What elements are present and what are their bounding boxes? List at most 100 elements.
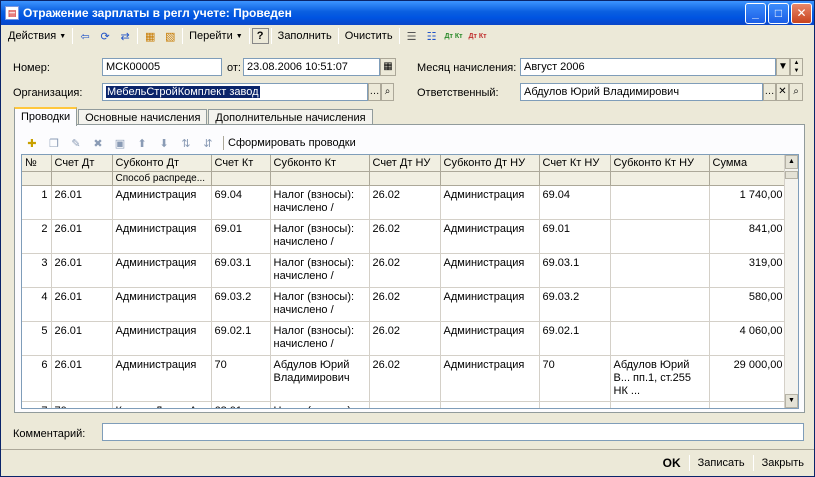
cell-account-dt[interactable]: 26.01 — [51, 219, 113, 254]
cell-account-dt-nu[interactable]: 26.02 — [369, 287, 441, 322]
cell-sum[interactable]: 841,00 — [709, 219, 787, 254]
cell-sum[interactable]: 4 060,00 — [709, 321, 787, 356]
cell-subconto-dt[interactable]: Администрация — [112, 253, 212, 288]
cell-subconto-dt[interactable]: Администрация — [112, 287, 212, 322]
refresh-icon[interactable]: ⟳ — [95, 27, 115, 46]
dt-kt-icon[interactable]: Дт Кт — [442, 27, 466, 46]
col-header-subconto-kt-nu[interactable]: Субконто Кт НУ — [610, 155, 710, 172]
col-header-account-dt-nu[interactable]: Счет Дт НУ — [369, 155, 441, 172]
title-bar[interactable]: ▤ Отражение зарплаты в регл учете: Прове… — [1, 1, 814, 25]
cell-account-dt[interactable]: 26.01 — [51, 253, 113, 288]
table-row[interactable]: 5 26.01 Администрация 69.02.1 Налог (взносы)… — [22, 321, 787, 356]
col-header-account-kt[interactable]: Счет Кт — [211, 155, 271, 172]
cell-account-kt-nu[interactable]: 69.02.1 — [539, 321, 611, 356]
col-header-number[interactable]: № — [22, 155, 52, 172]
save-button[interactable]: Записать — [692, 453, 751, 473]
calendar-icon[interactable]: ▦ — [380, 58, 396, 76]
table-row[interactable]: 2 26.01 Администрация 69.01 Налог (взносы): … — [22, 219, 787, 254]
cell-sum[interactable]: 1 740,00 — [709, 185, 787, 220]
move-up-icon[interactable]: ⬆ — [131, 134, 153, 152]
cell-subconto-dt-nu[interactable]: Администрация — [440, 287, 540, 322]
cell-subconto-dt-nu[interactable]: Администрация — [440, 355, 540, 402]
cell-account-dt-nu[interactable]: 26.02 — [369, 355, 441, 402]
generate-postings-button[interactable]: Сформировать проводки — [228, 137, 356, 149]
cell-subconto-dt-nu[interactable] — [440, 401, 540, 408]
back-arrow-icon[interactable]: ⇦ — [75, 27, 95, 46]
cell-subconto-kt-nu[interactable] — [610, 401, 710, 408]
cell-subconto-kt[interactable]: Налог (взносы): начислено / — [270, 253, 370, 288]
cell-subconto-kt[interactable]: Налог (взносы): начислено / — [270, 185, 370, 220]
vertical-scrollbar[interactable]: ▲ ▼ — [784, 155, 798, 408]
cell-sum[interactable]: 580,00 — [709, 287, 787, 322]
subheader-distribution-method[interactable]: Способ распреде... — [112, 171, 212, 186]
cell-account-dt-nu[interactable]: 26.02 — [369, 321, 441, 356]
delete-row-icon[interactable]: ✖ — [87, 134, 109, 152]
list-view-icon[interactable]: ☰ — [402, 27, 422, 46]
settings-list-icon[interactable]: ☷ — [422, 27, 442, 46]
cell-row-number[interactable]: 6 — [22, 355, 52, 402]
cell-subconto-dt-nu[interactable]: Администрация — [440, 253, 540, 288]
cell-sum[interactable]: 319,00 — [709, 253, 787, 288]
cell-subconto-kt-nu[interactable] — [610, 321, 710, 356]
cell-sum[interactable]: 29 000,00 — [709, 355, 787, 402]
cell-account-kt-nu[interactable]: 70 — [539, 355, 611, 402]
cell-account-dt-nu[interactable]: 26.02 — [369, 185, 441, 220]
scroll-down-icon[interactable]: ▼ — [785, 394, 798, 408]
actions-menu[interactable]: Действия ▼ — [4, 27, 70, 46]
cell-row-number[interactable]: 4 — [22, 287, 52, 322]
minimize-button[interactable]: _ — [745, 2, 766, 24]
cell-account-kt-nu[interactable] — [539, 401, 611, 408]
cell-subconto-kt[interactable]: Налог (взносы): начислено / — [270, 219, 370, 254]
table-row[interactable]: 3 26.01 Администрация 69.03.1 Налог (взносы)… — [22, 253, 787, 288]
close-window-button[interactable]: ✕ — [791, 2, 812, 24]
chevron-down-icon[interactable]: ▼ — [776, 58, 790, 76]
org-field[interactable]: МебельСтройКомплект завод — [102, 83, 368, 101]
cell-subconto-dt[interactable]: Администрация — [112, 321, 212, 356]
dt-kt-nu-icon[interactable]: Дт Кт — [466, 27, 490, 46]
cell-subconto-dt-nu[interactable]: Администрация — [440, 321, 540, 356]
col-header-account-kt-nu[interactable]: Счет Кт НУ — [539, 155, 611, 172]
col-header-sum[interactable]: Сумма — [709, 155, 787, 172]
cell-account-kt[interactable]: 69.02.1 — [211, 321, 271, 356]
spin-icon[interactable]: ▲ ▼ — [790, 58, 803, 76]
cell-subconto-kt[interactable]: Абдулов Юрий Владимирович — [270, 355, 370, 402]
cell-row-number[interactable]: 5 — [22, 321, 52, 356]
cell-sum[interactable] — [709, 401, 787, 408]
move-down-icon[interactable]: ⬇ — [153, 134, 175, 152]
sort-asc-icon[interactable]: ⇅ — [175, 134, 197, 152]
scroll-thumb[interactable] — [785, 171, 798, 179]
cell-account-dt-nu[interactable] — [369, 401, 441, 408]
cell-account-dt[interactable]: 26.01 — [51, 321, 113, 356]
cell-account-dt-nu[interactable]: 26.02 — [369, 253, 441, 288]
col-header-account-dt[interactable]: Счет Дт — [51, 155, 113, 172]
cell-subconto-kt[interactable]: Налог (взносы): начислено / — [270, 287, 370, 322]
cell-account-dt[interactable]: 70 — [51, 401, 113, 408]
clear-button[interactable]: Очистить — [341, 27, 397, 46]
select-ellipsis-icon[interactable]: … — [368, 83, 381, 101]
edit-row-icon[interactable]: ✎ — [65, 134, 87, 152]
cell-account-dt[interactable]: 26.01 — [51, 185, 113, 220]
cell-account-dt[interactable]: 26.01 — [51, 355, 113, 402]
fill-button[interactable]: Заполнить — [274, 27, 336, 46]
cell-subconto-kt-nu[interactable]: Абдулов Юрий В... пп.1, ст.255 НК ... — [610, 355, 710, 402]
cell-subconto-dt[interactable]: Администрация — [112, 185, 212, 220]
cell-account-kt-nu[interactable]: 69.03.1 — [539, 253, 611, 288]
goto-menu[interactable]: Перейти ▼ — [185, 27, 247, 46]
unpost-document-icon[interactable]: ▧ — [160, 27, 180, 46]
swap-icon[interactable]: ⇄ — [115, 27, 135, 46]
sort-desc-icon[interactable]: ⇵ — [197, 134, 219, 152]
cell-account-kt[interactable]: 69.01 — [211, 219, 271, 254]
search-icon[interactable]: ⌕ — [789, 83, 803, 101]
search-icon[interactable]: ⌕ — [381, 83, 394, 101]
cell-subconto-dt-nu[interactable]: Администрация — [440, 185, 540, 220]
cell-row-number[interactable]: 1 — [22, 185, 52, 220]
cell-subconto-dt[interactable]: Администрация — [112, 355, 212, 402]
cell-subconto-dt[interactable]: Администрация — [112, 219, 212, 254]
number-field[interactable]: МСК00005 — [102, 58, 222, 76]
close-button[interactable]: Закрыть — [756, 453, 810, 473]
cell-row-number[interactable]: 2 — [22, 219, 52, 254]
table-row[interactable]: 6 26.01 Администрация 70 Абдулов Юрий Владим… — [22, 355, 787, 402]
cell-subconto-kt-nu[interactable] — [610, 287, 710, 322]
cell-account-kt-nu[interactable]: 69.01 — [539, 219, 611, 254]
cell-account-kt[interactable]: 69.03.2 — [211, 287, 271, 322]
